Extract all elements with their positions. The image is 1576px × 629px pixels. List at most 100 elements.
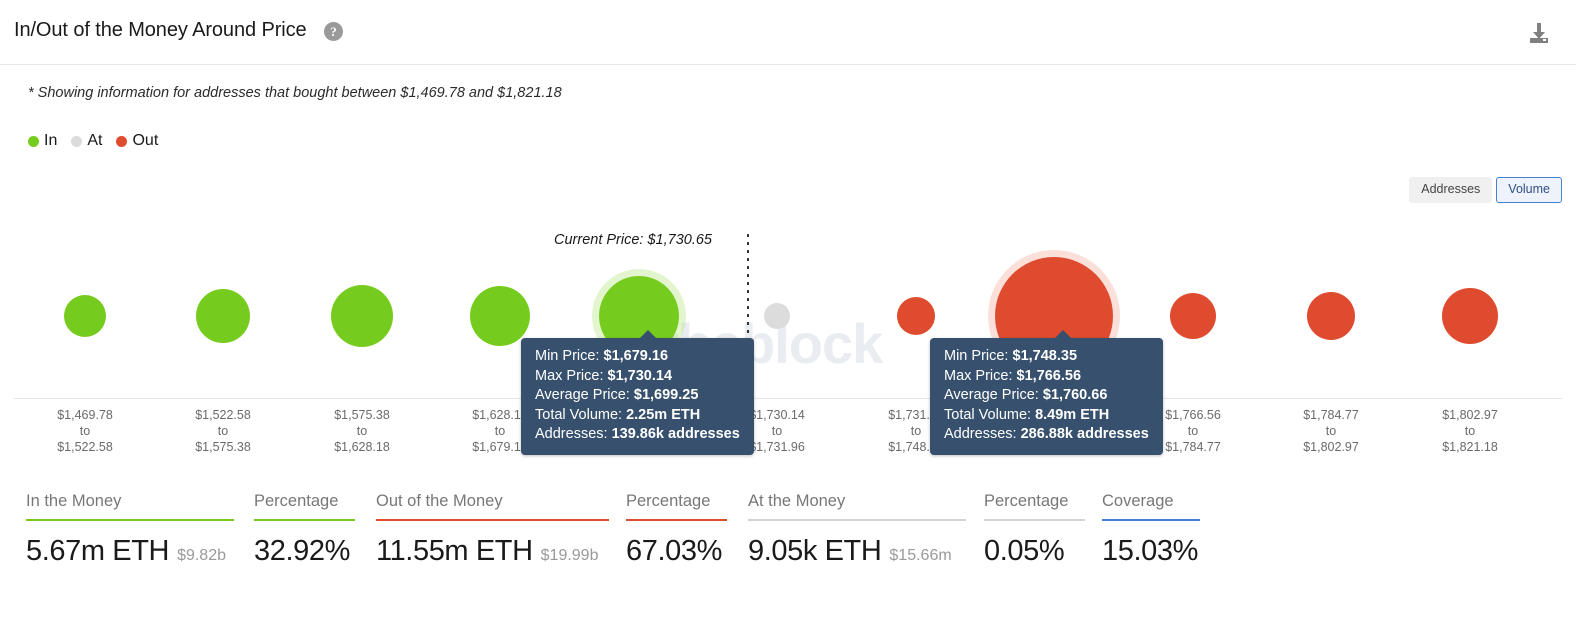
download-icon[interactable] <box>1524 18 1554 48</box>
bubble-in[interactable] <box>331 285 393 347</box>
stat-label: Percentage <box>626 492 727 519</box>
stat-value: 67.03% <box>626 535 722 568</box>
x-axis-line <box>14 398 1562 399</box>
bubble-out[interactable] <box>1307 292 1355 340</box>
bubble-out[interactable] <box>1170 293 1216 339</box>
stat-underline <box>254 519 355 521</box>
tick-range-max: $1,679.16 <box>472 439 528 455</box>
stat-underline <box>26 519 234 521</box>
bubble-in[interactable] <box>470 286 530 346</box>
tick-range-sep: to <box>334 423 390 439</box>
x-axis-tick-label: $1,784.77to$1,802.97 <box>1303 407 1359 455</box>
tooltip-row-label: Addresses: <box>535 426 612 442</box>
tab-addresses[interactable]: Addresses <box>1409 177 1492 203</box>
tick-range-min: $1,802.97 <box>1442 407 1498 423</box>
stat-card: At the Money 9.05k ETH $15.66m <box>748 492 966 568</box>
stat-value: 9.05k ETH <box>748 535 881 568</box>
tick-range-max: $1,802.97 <box>1303 439 1359 455</box>
stat-underline <box>984 519 1085 521</box>
legend-item-at[interactable]: At <box>71 132 102 150</box>
tick-range-sep: to <box>1303 423 1359 439</box>
subtitle-note: * Showing information for addresses that… <box>28 85 562 101</box>
x-axis-tick-label: $1,628.18to$1,679.16 <box>472 407 528 455</box>
tooltip-row-label: Total Volume: <box>944 407 1035 423</box>
stat-card: In the Money5.67m ETH$9.82b <box>26 492 234 568</box>
tick-range-max: $1,784.77 <box>1165 439 1221 455</box>
legend-label-in: In <box>44 132 57 150</box>
tick-range-min: $1,575.38 <box>334 407 390 423</box>
tab-volume[interactable]: Volume <box>1496 177 1562 203</box>
tooltip-out: Min Price: $1,748.35Max Price: $1,766.56… <box>930 338 1163 455</box>
legend-dot-out-icon <box>116 136 127 147</box>
bubble-out[interactable] <box>1442 288 1498 344</box>
tooltip-row-value: $1,699.25 <box>634 387 699 403</box>
tooltip-row-value: $1,730.14 <box>608 368 673 384</box>
stat-label: Percentage <box>254 492 355 519</box>
legend-dot-at-icon <box>71 136 82 147</box>
tick-range-sep: to <box>195 423 251 439</box>
legend-label-out: Out <box>132 132 158 150</box>
tooltip-row-avg-price: Average Price: $1,760.66 <box>944 386 1149 406</box>
tick-range-sep: to <box>472 423 528 439</box>
tick-range-min: $1,469.78 <box>57 407 113 423</box>
tooltip-row-value: $1,679.16 <box>604 348 669 364</box>
stat-underline <box>1102 519 1200 521</box>
stat-subvalue: $15.66m <box>889 547 951 565</box>
tick-range-min: $1,784.77 <box>1303 407 1359 423</box>
tooltip-row-value: $1,766.56 <box>1017 368 1082 384</box>
help-icon[interactable]: ? <box>324 22 343 41</box>
stat-value: 0.05% <box>984 535 1064 568</box>
stat-value-row: 0.05% <box>984 535 1085 568</box>
stat-value: 11.55m ETH <box>376 535 533 568</box>
tooltip-row-addresses: Addresses: 286.88k addresses <box>944 425 1149 445</box>
tick-range-max: $1,628.18 <box>334 439 390 455</box>
tick-range-sep: to <box>1165 423 1221 439</box>
bubble-at[interactable] <box>764 303 790 329</box>
tick-range-sep: to <box>57 423 113 439</box>
x-axis-tick-label: $1,802.97to$1,821.18 <box>1442 407 1498 455</box>
stat-label: Coverage <box>1102 492 1200 519</box>
tooltip-row-label: Min Price: <box>535 348 604 364</box>
stat-card: Out of the Money11.55m ETH$19.99b <box>376 492 609 568</box>
tick-range-max: $1,731.96 <box>749 439 805 455</box>
tooltip-row-avg-price: Average Price: $1,699.25 <box>535 386 740 406</box>
tooltip-row-addresses: Addresses: 139.86k addresses <box>535 425 740 445</box>
legend-item-out[interactable]: Out <box>116 132 158 150</box>
bubble-out[interactable] <box>897 297 935 335</box>
tooltip-row-label: Average Price: <box>944 387 1043 403</box>
tooltip-row-label: Addresses: <box>944 426 1021 442</box>
tick-range-sep: to <box>749 423 805 439</box>
stat-value: 5.67m ETH <box>26 535 169 568</box>
bubble-chart-plot: theblock Current Price: $1,730.65 $1,469… <box>0 215 1576 480</box>
x-axis-tick-label: $1,766.56to$1,784.77 <box>1165 407 1221 455</box>
stat-card: Percentage 67.03% <box>626 492 727 568</box>
stat-value-row: 67.03% <box>626 535 727 568</box>
tick-range-min: $1,522.58 <box>195 407 251 423</box>
tooltip-row-value: $1,760.66 <box>1043 387 1108 403</box>
tooltip-row-label: Max Price: <box>944 368 1017 384</box>
tooltip-row-value: 8.49m ETH <box>1035 407 1109 423</box>
stat-card: Coverage15.03% <box>1102 492 1200 568</box>
stat-card: Percentage0.05% <box>984 492 1085 568</box>
stat-value-row: 32.92% <box>254 535 355 568</box>
x-axis-tick-label: $1,730.14to$1,731.96 <box>749 407 805 455</box>
stat-value-row: 11.55m ETH $19.99b <box>376 535 609 568</box>
stat-label: At the Money <box>748 492 966 519</box>
tick-range-min: $1,730.14 <box>749 407 805 423</box>
legend-item-in[interactable]: In <box>28 132 57 150</box>
page-title: In/Out of the Money Around Price <box>14 19 307 42</box>
tooltip-row-max-price: Max Price: $1,766.56 <box>944 367 1149 387</box>
stat-value: 32.92% <box>254 535 350 568</box>
tooltip-arrow <box>639 330 657 339</box>
tick-range-max: $1,575.38 <box>195 439 251 455</box>
stat-label: In the Money <box>26 492 234 519</box>
chart-header: In/Out of the Money Around Price ? <box>0 0 1576 65</box>
bubble-in[interactable] <box>64 295 106 337</box>
tooltip-row-label: Total Volume: <box>535 407 626 423</box>
tick-range-max: $1,821.18 <box>1442 439 1498 455</box>
tick-range-min: $1,766.56 <box>1165 407 1221 423</box>
tooltip-row-volume: Total Volume: 2.25m ETH <box>535 406 740 426</box>
bubble-in[interactable] <box>196 289 250 343</box>
tooltip-arrow <box>1054 330 1072 339</box>
stat-subvalue: $19.99b <box>541 547 599 565</box>
